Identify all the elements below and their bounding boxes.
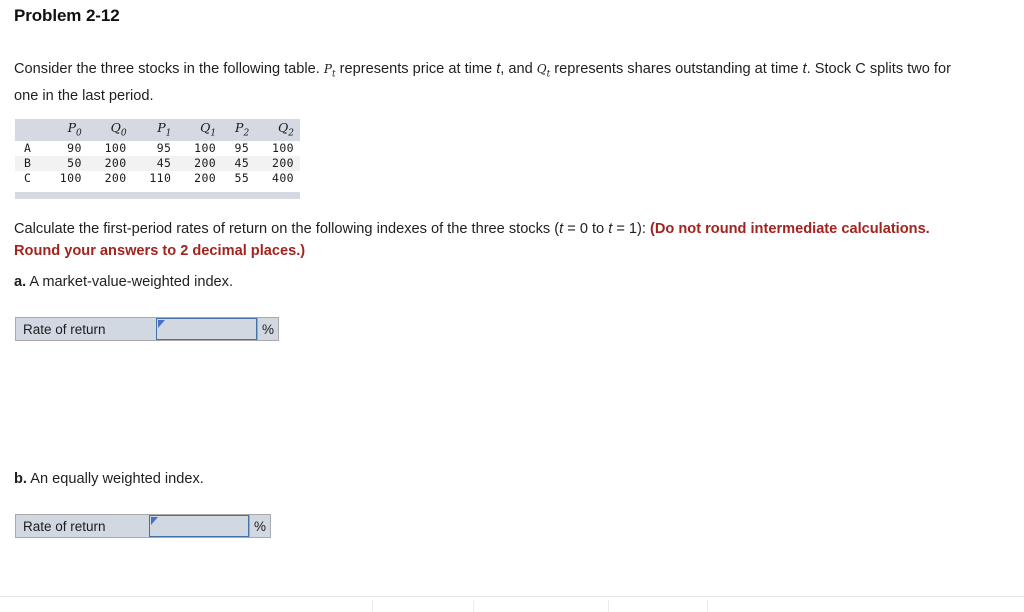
cell-c-q0: 200 [104,171,127,185]
intro-text-part1: Consider the three stocks in the followi… [14,61,324,77]
table-head: P0 Q0 P1 Q1 P2 Q2 [15,119,300,141]
percent-unit-a: % [257,318,278,340]
cell-a-p2: 95 [234,141,250,155]
cell-b-q0: 200 [87,155,133,171]
cell-b-p1: 45 [132,155,178,171]
table-header-row: P0 Q0 P1 Q1 P2 Q2 [15,119,300,141]
table-body: A 90 100 95 100 95 100 B 50 200 45 200 4… [15,141,300,186]
column-header-q2: Q2 [255,119,300,141]
cell-c-q1: 200 [194,171,217,185]
instruction-text-part2: = 0 to [563,221,609,237]
intro-paragraph: Consider the three stocks in the followi… [14,58,974,107]
column-header-p2: P2 [222,119,256,141]
toolbar-separator [608,600,609,612]
column-header-q1: Q1 [177,119,223,141]
question-label-b: b. An equally weighted index. [14,471,204,487]
flag-marker-icon [158,320,165,328]
cell-b-p2: 45 [222,155,256,171]
calculation-instruction: Calculate the first-period rates of retu… [14,218,964,262]
instruction-text-part1: Calculate the first-period rates of retu… [14,221,560,237]
answer-label-a: Rate of return [16,318,156,340]
question-marker-b: b. [14,471,27,487]
cell-a-p0: 90 [67,141,82,155]
column-header-q0: Q0 [87,119,133,141]
cell-b-p0: 50 [43,155,88,171]
cell-a-q1: 100 [194,141,217,155]
row-label-b: B [15,155,43,171]
cell-a-q0: 100 [104,141,127,155]
variable-quantity-symbol: Qt [536,62,551,80]
table-row: A 90 100 95 100 95 100 [15,141,300,156]
cell-b-q1: 200 [177,155,223,171]
table-row: B 50 200 45 200 45 200 [15,155,300,171]
intro-text-part4: represents shares outstanding at time [550,61,803,77]
cell-c-p0: 100 [59,171,82,185]
cell-c-q2: 400 [272,171,294,185]
intro-text-part2: represents price at time [335,61,497,77]
bottom-toolbar[interactable] [0,597,1024,612]
page-title: Problem 2-12 [14,6,120,25]
cell-b-q2: 200 [255,155,300,171]
percent-unit-b: % [249,515,270,537]
question-text-b: An equally weighted index. [26,471,204,487]
cell-a-p1: 95 [156,141,172,155]
toolbar-separator [707,600,708,612]
rate-of-return-input-b[interactable] [149,515,249,537]
question-marker-a: a. [14,274,27,290]
question-text-a: A market-value-weighted index. [26,274,234,290]
row-label-c: C [24,171,31,185]
intro-text-part3: , and [500,61,537,77]
toolbar-separator [473,600,474,612]
answer-widget-a[interactable]: Rate of return % [15,317,279,341]
question-label-a: a. A market-value-weighted index. [14,274,233,290]
table-row: C 100 200 110 200 55 400 [15,171,300,186]
variable-price-symbol: Pt [323,62,336,80]
stock-data-table-container: P0 Q0 P1 Q1 P2 Q2 A 90 100 95 100 95 100… [15,119,300,186]
stock-data-table: P0 Q0 P1 Q1 P2 Q2 A 90 100 95 100 95 100… [15,119,300,186]
column-header-p0: P0 [43,119,88,141]
cell-a-q2: 100 [272,141,294,155]
toolbar-separator [372,600,373,612]
cell-c-p1: 110 [149,171,172,185]
cell-c-p2: 55 [234,171,250,185]
flag-marker-icon [151,517,158,525]
instruction-text-part3: = 1): [612,221,650,237]
table-corner-header [15,119,43,141]
table-footer-bar [15,192,300,199]
row-label-a: A [24,141,31,155]
answer-widget-b[interactable]: Rate of return % [15,514,271,538]
column-header-p1: P1 [132,119,178,141]
rate-of-return-input-a[interactable] [156,318,257,340]
answer-label-b: Rate of return [16,515,149,537]
